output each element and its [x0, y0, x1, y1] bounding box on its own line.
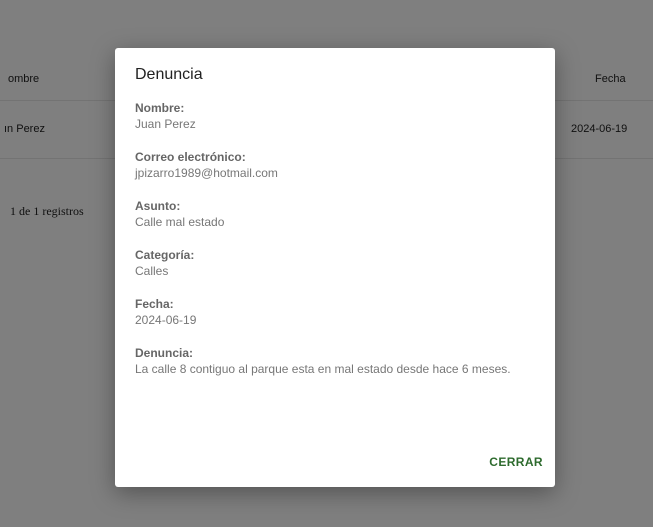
field-value: Calles	[135, 264, 169, 278]
field-categoria: Categoría: Calles	[135, 247, 535, 279]
field-label: Denuncia:	[135, 346, 194, 360]
field-label: Correo electrónico:	[135, 150, 246, 164]
field-label: Categoría:	[135, 248, 195, 262]
close-button[interactable]: CERRAR	[489, 451, 543, 473]
field-label: Asunto:	[135, 199, 181, 213]
field-fecha: Fecha: 2024-06-19	[135, 296, 535, 328]
field-denuncia: Denuncia: La calle 8 contiguo al parque …	[135, 345, 535, 377]
field-nombre: Nombre: Juan Perez	[135, 100, 535, 132]
field-label: Fecha:	[135, 297, 174, 311]
field-value: jpizarro1989@hotmail.com	[135, 166, 278, 180]
field-asunto: Asunto: Calle mal estado	[135, 198, 535, 230]
field-value: Juan Perez	[135, 117, 196, 131]
field-correo: Correo electrónico: jpizarro1989@hotmail…	[135, 149, 535, 181]
field-value: 2024-06-19	[135, 313, 197, 327]
dialog-actions: CERRAR	[489, 451, 543, 473]
field-value: Calle mal estado	[135, 215, 225, 229]
field-value: La calle 8 contiguo al parque esta en ma…	[135, 362, 511, 376]
dialog-title: Denuncia	[135, 66, 203, 83]
denuncia-dialog: Denuncia Nombre: Juan Perez Correo elect…	[115, 48, 555, 487]
field-label: Nombre:	[135, 101, 185, 115]
